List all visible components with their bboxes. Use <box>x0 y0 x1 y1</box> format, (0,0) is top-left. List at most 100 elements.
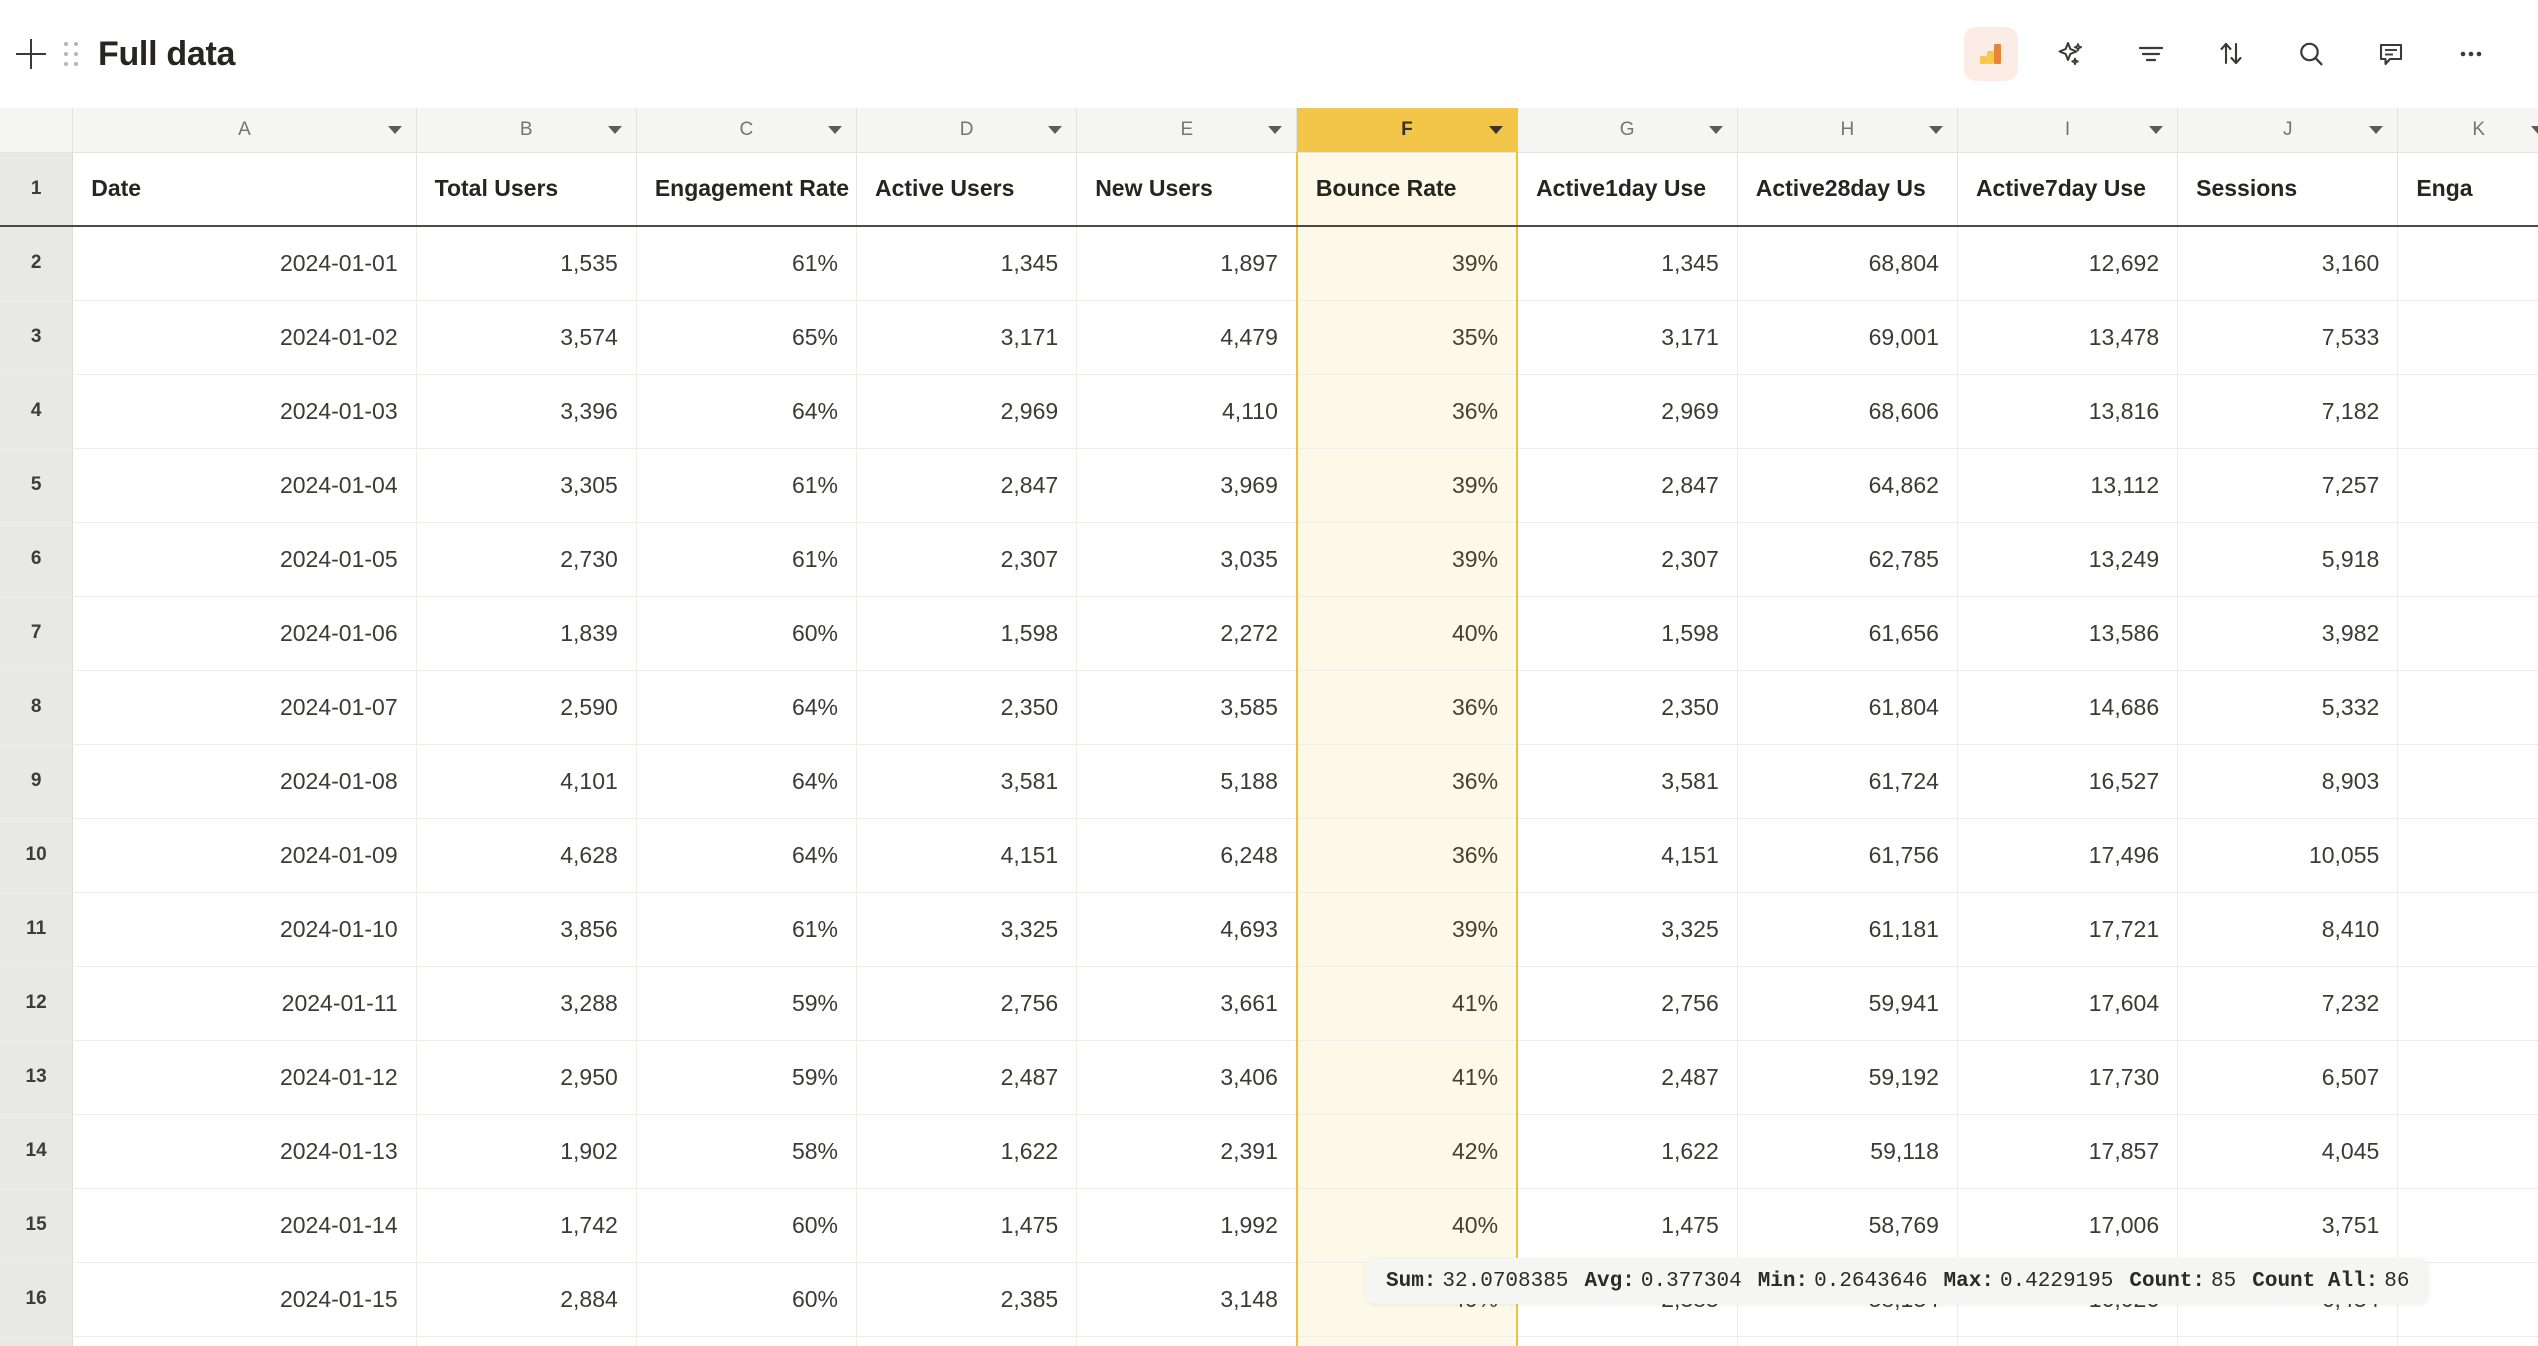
data-cell[interactable]: 3,171 <box>1517 300 1738 375</box>
data-cell[interactable] <box>2397 1336 2538 1346</box>
data-cell[interactable]: 2024-01-05 <box>72 522 417 597</box>
data-cell[interactable]: 3,856 <box>416 892 637 967</box>
data-cell[interactable] <box>2397 966 2538 1041</box>
data-cell[interactable]: 1,475 <box>856 1188 1078 1263</box>
data-cell[interactable]: 3,982 <box>2177 596 2399 671</box>
data-cell[interactable]: 59,941 <box>1737 966 1958 1041</box>
chevron-down-icon[interactable] <box>607 125 622 134</box>
data-cell[interactable]: 17,730 <box>1957 1040 2179 1115</box>
data-cell[interactable]: 2,272 <box>1076 596 1298 671</box>
data-cell[interactable]: 3,969 <box>1076 448 1298 523</box>
header-cell[interactable]: Engagement Rate <box>636 152 858 227</box>
data-cell[interactable]: 2,417 <box>856 1336 1078 1346</box>
data-cell[interactable]: 61% <box>636 448 858 523</box>
data-cell[interactable]: 35% <box>1295 300 1519 375</box>
data-cell[interactable] <box>2397 522 2538 597</box>
data-cell[interactable]: 2024-01-02 <box>72 300 417 375</box>
data-cell[interactable]: 2024-01-11 <box>72 966 417 1041</box>
data-cell[interactable]: 59,192 <box>1737 1040 1958 1115</box>
data-cell[interactable]: 36% <box>1295 670 1519 745</box>
data-cell[interactable]: 61,656 <box>1737 596 1958 671</box>
data-cell[interactable]: 2024-01-15 <box>72 1262 417 1337</box>
data-cell[interactable]: 1,475 <box>1517 1188 1738 1263</box>
data-cell[interactable] <box>2397 1114 2538 1189</box>
chevron-down-icon[interactable] <box>1928 125 1943 134</box>
data-cell[interactable]: 2,487 <box>856 1040 1078 1115</box>
data-cell[interactable]: 2024-01-07 <box>72 670 417 745</box>
data-cell[interactable]: 2,350 <box>856 670 1078 745</box>
data-cell[interactable]: 17,721 <box>1957 892 2179 967</box>
column-header-k[interactable]: K <box>2397 108 2538 153</box>
data-cell[interactable]: 3,751 <box>2177 1188 2399 1263</box>
data-cell[interactable]: 1,345 <box>856 226 1078 301</box>
data-cell[interactable]: 16,527 <box>1957 744 2179 819</box>
data-cell[interactable]: 14,396 <box>1957 1336 2179 1346</box>
column-header-f[interactable]: F <box>1296 108 1518 153</box>
data-cell[interactable]: 60% <box>636 1262 858 1337</box>
data-cell[interactable]: 3,148 <box>1076 1262 1298 1337</box>
data-cell[interactable]: 39% <box>1295 522 1519 597</box>
data-cell[interactable]: 13,586 <box>1957 596 2179 671</box>
row-number[interactable]: 17 <box>0 1336 74 1346</box>
column-header-b[interactable]: B <box>416 108 637 153</box>
data-cell[interactable]: 1,622 <box>1517 1114 1738 1189</box>
data-cell[interactable]: 2,847 <box>1517 448 1738 523</box>
data-cell[interactable]: 68,606 <box>1737 374 1958 449</box>
data-cell[interactable]: 1,622 <box>856 1114 1078 1189</box>
row-number[interactable]: 13 <box>0 1040 74 1115</box>
data-cell[interactable]: 1,839 <box>416 596 637 671</box>
sort-icon[interactable] <box>2204 27 2258 81</box>
data-cell[interactable] <box>2397 448 2538 523</box>
data-cell[interactable]: 65% <box>636 300 858 375</box>
data-cell[interactable]: 4,101 <box>416 744 637 819</box>
data-cell[interactable]: 13,816 <box>1957 374 2179 449</box>
sparkle-ai-icon[interactable] <box>2044 27 2098 81</box>
data-cell[interactable]: 7,232 <box>2177 966 2399 1041</box>
data-cell[interactable]: 64,862 <box>1737 448 1958 523</box>
data-cell[interactable]: 3,160 <box>2177 226 2399 301</box>
header-cell[interactable]: New Users <box>1076 152 1298 227</box>
data-cell[interactable]: 69,001 <box>1737 300 1958 375</box>
data-cell[interactable]: 7,533 <box>2177 300 2399 375</box>
column-header-a[interactable]: A <box>72 108 417 153</box>
data-cell[interactable]: 39% <box>1295 226 1519 301</box>
row-number[interactable]: 2 <box>0 226 74 301</box>
data-cell[interactable]: 2,950 <box>416 1040 637 1115</box>
data-cell[interactable]: 41% <box>1295 1040 1519 1115</box>
data-cell[interactable]: 59% <box>636 1040 858 1115</box>
data-cell[interactable]: 2,756 <box>1517 966 1738 1041</box>
data-cell[interactable]: 4,693 <box>1076 892 1298 967</box>
data-cell[interactable]: 17,857 <box>1957 1114 2179 1189</box>
row-number[interactable]: 4 <box>0 374 74 449</box>
header-cell[interactable]: Total Users <box>416 152 637 227</box>
chevron-down-icon[interactable] <box>387 125 402 134</box>
data-cell[interactable]: 58,769 <box>1737 1188 1958 1263</box>
data-cell[interactable]: 2,969 <box>856 374 1078 449</box>
data-cell[interactable]: 64% <box>636 670 858 745</box>
data-cell[interactable]: 12,692 <box>1957 226 2179 301</box>
data-cell[interactable]: 61% <box>636 892 858 967</box>
data-cell[interactable] <box>2397 374 2538 449</box>
data-cell[interactable]: 40% <box>1295 1336 1519 1346</box>
chevron-down-icon[interactable] <box>2369 125 2384 134</box>
data-cell[interactable]: 4,628 <box>416 818 637 893</box>
row-number[interactable]: 11 <box>0 892 74 967</box>
data-cell[interactable]: 4,479 <box>1076 300 1298 375</box>
data-cell[interactable]: 4,045 <box>2177 1114 2399 1189</box>
column-header-h[interactable]: H <box>1737 108 1958 153</box>
data-cell[interactable]: 3,171 <box>856 300 1078 375</box>
data-cell[interactable]: 5,918 <box>2177 522 2399 597</box>
header-cell[interactable]: Date <box>72 152 417 227</box>
data-cell[interactable]: 1,345 <box>1517 226 1738 301</box>
data-cell[interactable]: 2,417 <box>1517 1336 1738 1346</box>
row-number[interactable]: 9 <box>0 744 74 819</box>
data-cell[interactable]: 39% <box>1295 448 1519 523</box>
data-cell[interactable]: 60% <box>636 1188 858 1263</box>
chevron-down-icon[interactable] <box>1488 125 1503 134</box>
data-cell[interactable]: 2,847 <box>856 448 1078 523</box>
data-cell[interactable]: 2,307 <box>1517 522 1738 597</box>
column-header-e[interactable]: E <box>1076 108 1298 153</box>
data-cell[interactable] <box>2397 1188 2538 1263</box>
data-cell[interactable]: 2,756 <box>856 966 1078 1041</box>
data-cell[interactable]: 1,992 <box>1076 1188 1298 1263</box>
